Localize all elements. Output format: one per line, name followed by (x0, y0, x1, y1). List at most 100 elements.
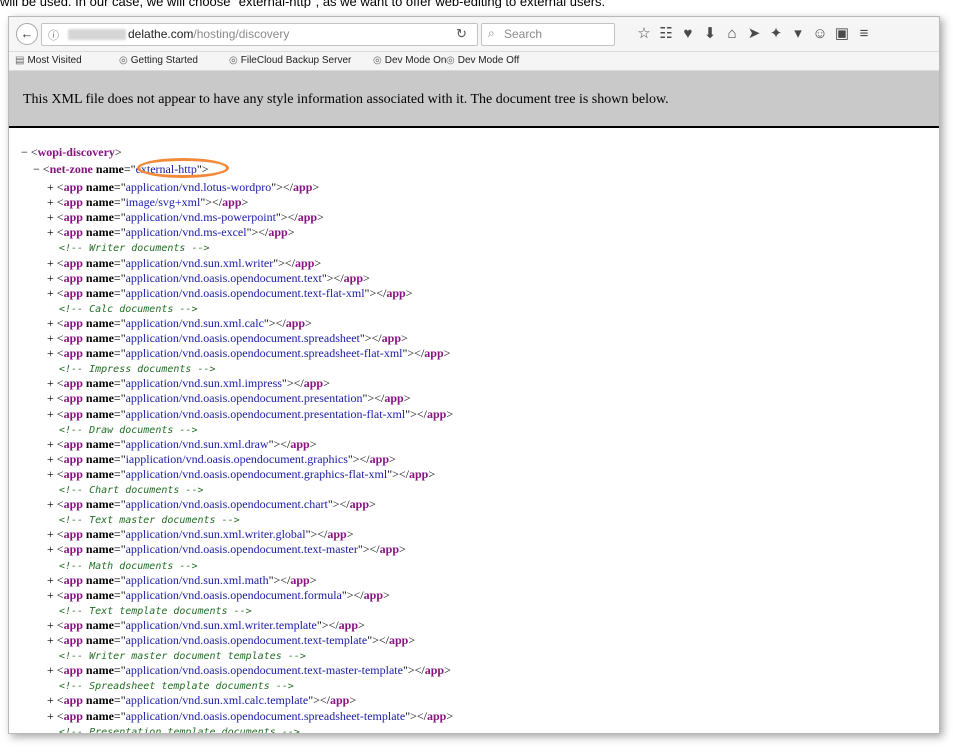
app-close-tag: app (381, 331, 402, 345)
bracket: "></ (321, 271, 344, 285)
xml-app-line: + <app name="application/vnd.oasis.opend… (47, 634, 415, 647)
xml-app-line: + <app name="application/vnd.oasis.opend… (47, 347, 450, 360)
app-close-tag: app (293, 180, 313, 194)
bracket: > (444, 663, 451, 677)
expand-toggle[interactable]: + (47, 573, 54, 587)
bracket: "></ (308, 693, 330, 707)
expand-toggle[interactable]: + (47, 391, 54, 405)
bracket: < (56, 618, 64, 632)
bracket: =" (113, 286, 126, 300)
app-tag: app (63, 256, 83, 270)
app-tag: app (63, 693, 83, 707)
expand-toggle[interactable]: + (47, 452, 54, 466)
app-close-tag: app (343, 271, 364, 285)
bracket: "></ (402, 663, 425, 677)
bracket: > (446, 407, 454, 421)
xml-comment: <!-- Writer documents --> (59, 241, 210, 255)
xml-app-line: + <app name="image/svg+xml"></app> (47, 196, 248, 209)
comment-text: <!-- Writer documents --> (59, 243, 210, 254)
expand-toggle[interactable]: + (47, 256, 54, 270)
expand-toggle[interactable]: + (47, 316, 54, 330)
expand-toggle[interactable]: + (47, 225, 54, 239)
app-tag: app (63, 407, 83, 421)
bracket: =" (113, 225, 126, 239)
bracket: > (349, 693, 357, 707)
app-attr: name (85, 256, 114, 270)
expand-toggle[interactable]: + (47, 709, 54, 723)
app-mime-value: application/vnd.oasis.opendocument.sprea… (125, 709, 406, 723)
app-mime-value: application/vnd.oasis.opendocument.text-… (125, 633, 368, 647)
expand-toggle[interactable]: + (47, 180, 54, 194)
app-mime-value: application/vnd.sun.xml.draw (125, 437, 269, 451)
app-mime-value: application/vnd.oasis.opendocument.text-… (125, 542, 358, 556)
bracket: > (309, 437, 317, 451)
expand-toggle[interactable]: + (47, 497, 54, 511)
expand-toggle[interactable]: + (47, 588, 54, 602)
app-attr: name (85, 542, 114, 556)
app-tag: app (63, 588, 83, 602)
expand-toggle[interactable]: + (47, 542, 54, 556)
expand-toggle[interactable]: + (47, 527, 54, 541)
collapse-toggle[interactable]: − (33, 162, 40, 176)
xml-app-line: + <app name="application/vnd.sun.xml.wri… (47, 257, 321, 270)
bracket: "></ (327, 497, 350, 511)
xml-app-line: + <app name="application/vnd.oasis.opend… (47, 589, 390, 602)
expand-toggle[interactable]: + (47, 693, 54, 707)
expand-toggle[interactable]: + (47, 467, 54, 481)
app-mime-value: application/vnd.oasis.opendocument.chart (125, 497, 328, 511)
app-tag: app (63, 618, 83, 632)
expand-toggle[interactable]: + (47, 407, 54, 421)
bracket: < (56, 693, 64, 707)
app-attr: name (85, 346, 114, 360)
bracket: > (241, 195, 249, 209)
expand-toggle[interactable]: + (47, 346, 54, 360)
xml-app-line: + <app name="application/vnd.oasis.opend… (47, 408, 453, 421)
app-close-tag: app (424, 346, 444, 360)
expand-toggle[interactable]: + (47, 437, 54, 451)
comment-text: <!-- Draw documents --> (59, 425, 198, 436)
app-attr: name (85, 286, 114, 300)
bracket: =" (113, 195, 126, 209)
app-close-tag: app (290, 573, 310, 587)
xml-app-line: + <app name="application/vnd.oasis.opend… (47, 272, 370, 285)
bracket: "></ (405, 407, 427, 421)
expand-toggle[interactable]: + (47, 376, 54, 390)
comment-text: <!-- Spreadsheet template documents --> (59, 681, 294, 692)
xml-comment: <!-- Presentation template documents --> (59, 725, 300, 734)
xml-comment: <!-- Chart documents --> (59, 483, 204, 497)
app-attr: name (85, 497, 114, 511)
app-attr: name (85, 225, 114, 239)
bracket: "></ (341, 588, 364, 602)
app-attr: name (85, 573, 114, 587)
highlight-annotation (137, 158, 229, 178)
expand-toggle[interactable]: + (47, 633, 54, 647)
app-close-tag: app (303, 376, 324, 390)
bracket: > (312, 180, 320, 194)
app-tag: app (63, 527, 83, 541)
app-close-tag: app (424, 663, 445, 677)
app-mime-value: application/vnd.oasis.opendocument.text-… (125, 286, 365, 300)
bracket: < (56, 542, 64, 556)
expand-toggle[interactable]: + (47, 195, 54, 209)
bracket: < (56, 633, 64, 647)
xml-comment: <!-- Spreadsheet template documents --> (59, 679, 294, 693)
app-close-tag: app (285, 316, 306, 330)
expand-toggle[interactable]: + (47, 618, 54, 632)
app-mime-value: application/vnd.oasis.opendocument.text (125, 271, 322, 285)
bracket: < (56, 588, 64, 602)
comment-text: <!-- Presentation template documents --> (59, 727, 300, 734)
bracket: < (56, 437, 64, 451)
expand-toggle[interactable]: + (47, 271, 54, 285)
bracket: > (314, 256, 322, 270)
app-tag: app (63, 663, 83, 677)
bracket: > (389, 452, 396, 466)
xml-app-line: + <app name="application/vnd.sun.xml.cal… (47, 694, 356, 707)
collapse-toggle[interactable]: − (21, 145, 28, 159)
app-close-tag: app (369, 452, 390, 466)
expand-toggle[interactable]: + (47, 210, 54, 224)
xml-comment: <!-- Impress documents --> (59, 362, 216, 376)
expand-toggle[interactable]: + (47, 331, 54, 345)
expand-toggle[interactable]: + (47, 286, 54, 300)
expand-toggle[interactable]: + (47, 663, 54, 677)
app-attr: name (85, 452, 114, 466)
